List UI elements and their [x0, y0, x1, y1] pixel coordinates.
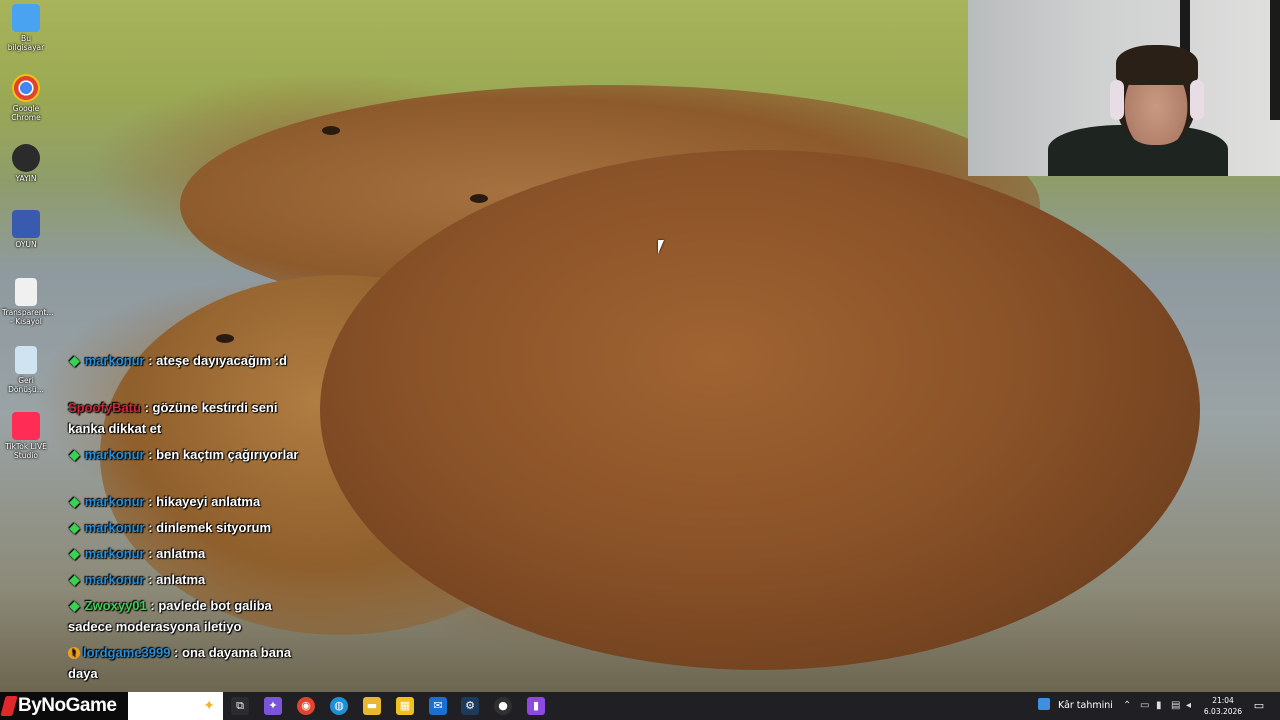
- bynogame-banner: ByNoGame: [0, 692, 128, 720]
- chrome-icon: [12, 74, 40, 102]
- recycle-bin-icon: [15, 346, 37, 374]
- chat-message: ◆ Zwoxyy01 : pavlede bot galiba sadece m…: [68, 595, 308, 637]
- diamond-badge-icon: ◆: [69, 546, 80, 561]
- chat-text: anlatma: [156, 572, 206, 587]
- chat-text: ben kaçtım çağırıyorlar: [156, 447, 299, 462]
- clock-date: 6.03.2026: [1203, 707, 1243, 716]
- outlook-icon[interactable]: ✉: [429, 697, 447, 715]
- tiktok-icon: [12, 412, 40, 440]
- chat-username: markonur: [84, 572, 145, 587]
- usb-icon[interactable]: ▭: [1140, 698, 1149, 714]
- headphones-right: [1190, 80, 1204, 120]
- clock-time: 21:04: [1212, 696, 1234, 705]
- file-shortcut-icon: [15, 278, 37, 306]
- chat-username: lordgame3999: [83, 645, 171, 660]
- chrome-icon[interactable]: ◉: [297, 697, 315, 715]
- desktop-icon-label: Transparent... - Kısayol: [2, 308, 54, 326]
- taskbar: ByNoGame ✦ ⧉ ✦ ◉ ◍ ▬ ▦ ✉ ⚙ ● ▮ Kâr tahmi…: [0, 692, 1280, 720]
- diamond-badge-icon: ◆: [69, 572, 80, 587]
- capybara-middle: [320, 150, 1200, 670]
- copilot-spark-icon: ✦: [203, 698, 215, 714]
- diamond-badge-icon: ◆: [69, 494, 80, 509]
- chat-message: ◆ markonur : dinlemek sityorum: [68, 517, 308, 538]
- chat-username: markonur: [84, 353, 145, 368]
- game-shortcut-icon: [12, 210, 40, 238]
- desktop-icon-transparent-shortcut[interactable]: Transparent... - Kısayol: [2, 278, 54, 326]
- desktop-icon-oyun[interactable]: OYUN: [2, 210, 50, 249]
- streamer-hair: [1116, 45, 1198, 85]
- chat-username: markonur: [84, 546, 145, 561]
- chat-username: markonur: [84, 494, 145, 509]
- chat-message: ◆ markonur : hikayeyi anlatma: [68, 491, 308, 512]
- computer-icon: [12, 4, 40, 32]
- desktop-icon-label: Bu bilgisayar: [7, 34, 45, 52]
- desktop-icon-label: TikTok LIVE Studio: [5, 442, 47, 460]
- capybara-eye: [470, 194, 488, 203]
- capybara-eye: [216, 334, 234, 343]
- file-explorer-icon[interactable]: ▬: [363, 697, 381, 715]
- microsoft-store-icon[interactable]: ▦: [396, 697, 414, 715]
- copilot-icon[interactable]: ✦: [264, 697, 282, 715]
- weather-widget[interactable]: Kâr tahmini: [1038, 692, 1113, 720]
- chat-text: ateşe dayıyacağım :d: [156, 353, 287, 368]
- desktop-icon-label: YAYIN: [15, 174, 37, 183]
- webcam-overlay: [968, 0, 1280, 176]
- chat-text: anlatma: [156, 546, 206, 561]
- twitch-icon[interactable]: ▮: [527, 697, 545, 715]
- desktop-icon-label: Google Chrome: [11, 104, 41, 122]
- chat-message: ! lordgame3999 : ona dayama bana daya: [68, 645, 292, 681]
- chat-message: ◆ markonur : anlatma: [68, 569, 308, 590]
- diamond-badge-icon: ◆: [69, 598, 80, 613]
- bynogame-logo-icon: [0, 696, 18, 716]
- desktop-icon-label: OYUN: [15, 240, 37, 249]
- weather-label: Kâr tahmini: [1058, 700, 1113, 711]
- desktop-icon-this-pc[interactable]: Bu bilgisayar: [2, 4, 50, 52]
- chat-message: ◆ markonur : anlatma: [68, 543, 308, 564]
- chat-username: markonur: [84, 520, 145, 535]
- desktop-icon-recycle-bin[interactable]: Geri Dönüşü...: [2, 346, 50, 394]
- desktop-icon-label: Geri Dönüşü...: [8, 376, 44, 394]
- speaker-icon[interactable]: ◂: [1186, 698, 1191, 714]
- mouse-cursor-icon: [658, 240, 664, 254]
- steam-icon[interactable]: ⚙: [461, 697, 479, 715]
- diamond-badge-icon: ◆: [69, 520, 80, 535]
- diamond-badge-icon: ◆: [69, 447, 80, 462]
- task-view-icon[interactable]: ⧉: [231, 697, 249, 715]
- taskbar-search-box[interactable]: ✦: [128, 692, 223, 720]
- desktop-icon-tiktok-live-studio[interactable]: TikTok LIVE Studio: [2, 412, 50, 460]
- obs-icon: [12, 144, 40, 172]
- chat-message: SpoofyBatu : gözüne kestirdi seni kanka …: [68, 400, 278, 436]
- headphones-left: [1110, 80, 1124, 120]
- chat-username: markonur: [84, 447, 145, 462]
- chat-text: hikayeyi anlatma: [156, 494, 261, 509]
- chat-message: ◆ markonur : ben kaçtım çağırıyorlar: [68, 444, 308, 465]
- microphone-icon[interactable]: ▮: [1156, 698, 1162, 714]
- obs-icon[interactable]: ●: [494, 697, 512, 715]
- desktop-icon-yayin[interactable]: YAYIN: [2, 144, 50, 183]
- chat-text: dinlemek sityorum: [156, 520, 272, 535]
- notification-icon[interactable]: ▭: [1252, 698, 1266, 714]
- bynogame-label: ByNoGame: [18, 695, 117, 716]
- desktop-icon-chrome[interactable]: Google Chrome: [2, 74, 50, 122]
- network-icon[interactable]: ▤: [1171, 698, 1180, 714]
- capybara-eye: [322, 126, 340, 135]
- chevron-up-icon[interactable]: ⌃: [1123, 698, 1131, 714]
- chat-message: ◆ markonur : ateşe dayıyacağım :d: [68, 350, 308, 371]
- chat-username: Zwoxyy01: [84, 598, 147, 613]
- warning-badge-icon: !: [68, 647, 80, 659]
- taskbar-clock[interactable]: 21:04 6.03.2026: [1198, 695, 1248, 717]
- chat-username: SpoofyBatu: [68, 400, 141, 415]
- edge-icon[interactable]: ◍: [330, 697, 348, 715]
- weather-icon: [1038, 698, 1050, 710]
- diamond-badge-icon: ◆: [69, 353, 80, 368]
